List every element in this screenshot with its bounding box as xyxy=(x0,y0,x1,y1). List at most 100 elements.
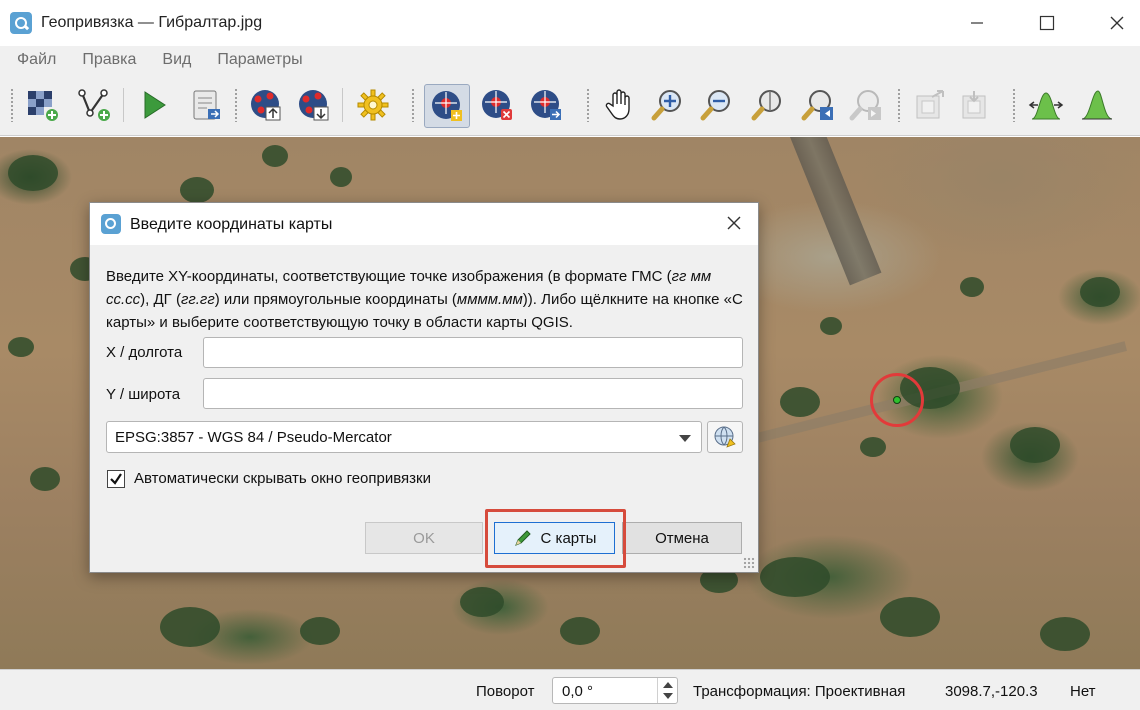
open-raster-button[interactable] xyxy=(22,85,62,125)
globe-crs-icon xyxy=(714,426,736,448)
zoom-in-button[interactable] xyxy=(648,85,688,125)
rotation-stepper[interactable] xyxy=(657,678,677,703)
menu-edit[interactable]: Правка xyxy=(69,51,149,69)
map-tree xyxy=(760,557,830,597)
toolbar-grip xyxy=(234,88,238,122)
ok-button[interactable]: OK xyxy=(365,522,483,554)
maximize-icon xyxy=(1039,15,1055,31)
map-tree xyxy=(160,607,220,647)
crs-selected-value: EPSG:3857 - WGS 84 / Pseudo-Mercator xyxy=(115,429,392,446)
y-label: Y / широта xyxy=(106,386,181,403)
toolbar-divider xyxy=(123,88,124,122)
map-tree xyxy=(330,167,352,187)
menu-file[interactable]: Файл xyxy=(4,51,69,69)
minimize-button[interactable] xyxy=(954,0,1000,46)
toolbar-divider xyxy=(342,88,343,122)
maximize-button[interactable] xyxy=(1024,0,1070,46)
pan-button[interactable] xyxy=(600,85,640,125)
x-input[interactable] xyxy=(203,337,743,368)
map-tree xyxy=(30,467,60,491)
spin-down-icon[interactable] xyxy=(663,693,673,699)
save-gcp-points-button[interactable] xyxy=(294,85,334,125)
auto-hide-label[interactable]: Автоматически скрывать окно геопривязки xyxy=(134,470,431,487)
hand-pan-icon xyxy=(605,89,630,120)
toolbar xyxy=(0,74,1140,136)
add-point-button[interactable] xyxy=(424,84,470,128)
zoom-next-button[interactable] xyxy=(846,85,886,125)
toolbar-grip[interactable] xyxy=(10,88,14,122)
cursor-coordinates: 3098.7,-120.3 xyxy=(945,683,1038,700)
close-icon xyxy=(727,216,741,230)
crs-status[interactable]: Нет xyxy=(1070,683,1096,700)
map-tree xyxy=(820,317,842,335)
description-text: Введите XY-координаты, соответствующие т… xyxy=(106,268,672,285)
highlight-frame xyxy=(485,509,626,568)
map-tree xyxy=(8,155,58,191)
x-label: X / долгота xyxy=(106,344,183,361)
play-icon xyxy=(144,91,166,119)
menu-bar: Файл Правка Вид Параметры xyxy=(0,46,1140,74)
map-tree xyxy=(460,587,504,617)
zoom-to-layer-button[interactable] xyxy=(748,85,788,125)
toolbar-grip xyxy=(897,88,901,122)
add-vector-icon xyxy=(78,89,110,121)
start-georeferencing-button[interactable] xyxy=(134,85,174,125)
cancel-button[interactable]: Отмена xyxy=(622,522,742,554)
transformation-settings-button[interactable] xyxy=(353,85,393,125)
zoom-in-icon xyxy=(651,90,681,121)
window-titlebar: Геопривязка — Гибралтар.jpg xyxy=(0,0,1140,46)
map-tree xyxy=(860,437,886,457)
move-point-icon xyxy=(531,90,561,120)
save-gcp-icon xyxy=(299,90,329,121)
status-bar: Поворот 0,0 ° Трансформация: Проективная… xyxy=(0,669,1140,710)
description-text: ) или прямоугольные координаты ( xyxy=(214,291,457,308)
load-gcp-points-button[interactable] xyxy=(246,85,286,125)
move-gcp-point-button[interactable] xyxy=(526,85,566,125)
zoom-out-button[interactable] xyxy=(697,85,737,125)
map-road xyxy=(790,137,882,286)
gcp-point[interactable] xyxy=(893,396,901,404)
map-tree xyxy=(780,387,820,417)
link-georef-icon xyxy=(916,90,944,119)
window-title: Геопривязка — Гибралтар.jpg xyxy=(41,14,263,31)
resize-grip[interactable] xyxy=(743,557,755,569)
transform-type-label: Трансформация: Проективная xyxy=(693,683,906,700)
toolbar-grip xyxy=(1012,88,1016,122)
minimize-icon xyxy=(971,22,983,24)
toolbar-grip xyxy=(411,88,415,122)
map-tree xyxy=(1080,277,1120,307)
close-window-button[interactable] xyxy=(1094,0,1140,46)
map-tree xyxy=(560,617,600,645)
full-histogram-stretch-button[interactable] xyxy=(1026,85,1066,125)
map-tree xyxy=(300,617,340,645)
dialog-description: Введите XY-координаты, соответствующие т… xyxy=(106,265,751,334)
generate-gdal-script-button[interactable] xyxy=(186,85,226,125)
link-georeferencer-button[interactable] xyxy=(910,85,950,125)
local-histogram-stretch-button[interactable] xyxy=(1076,85,1116,125)
qgis-dialog-icon xyxy=(101,214,121,234)
open-gcp-points-button[interactable] xyxy=(74,85,114,125)
toolbar-grip xyxy=(586,88,590,122)
map-tree xyxy=(880,597,940,637)
map-tree xyxy=(180,177,214,203)
description-format-projected: мммм.мм xyxy=(456,291,523,308)
chevron-down-icon xyxy=(679,435,691,442)
open-raster-icon xyxy=(28,91,58,121)
dialog-close-button[interactable] xyxy=(724,213,744,233)
script-export-icon xyxy=(193,90,220,120)
select-crs-button[interactable] xyxy=(707,421,743,453)
delete-point-button[interactable] xyxy=(477,85,517,125)
link-qgis-icon xyxy=(962,91,986,119)
map-tree xyxy=(1040,617,1090,651)
auto-hide-checkbox[interactable] xyxy=(107,470,125,488)
map-coordinates-dialog: Введите координаты карты Введите XY-коор… xyxy=(89,202,759,573)
menu-settings[interactable]: Параметры xyxy=(204,51,315,69)
crs-select[interactable]: EPSG:3857 - WGS 84 / Pseudo-Mercator xyxy=(106,421,702,453)
menu-view[interactable]: Вид xyxy=(149,51,204,69)
spin-up-icon[interactable] xyxy=(663,682,673,688)
zoom-last-button[interactable] xyxy=(798,85,838,125)
rotation-spinbox[interactable]: 0,0 ° xyxy=(552,677,678,704)
link-qgis-button[interactable] xyxy=(956,85,996,125)
close-icon xyxy=(1110,16,1124,30)
y-input[interactable] xyxy=(203,378,743,409)
